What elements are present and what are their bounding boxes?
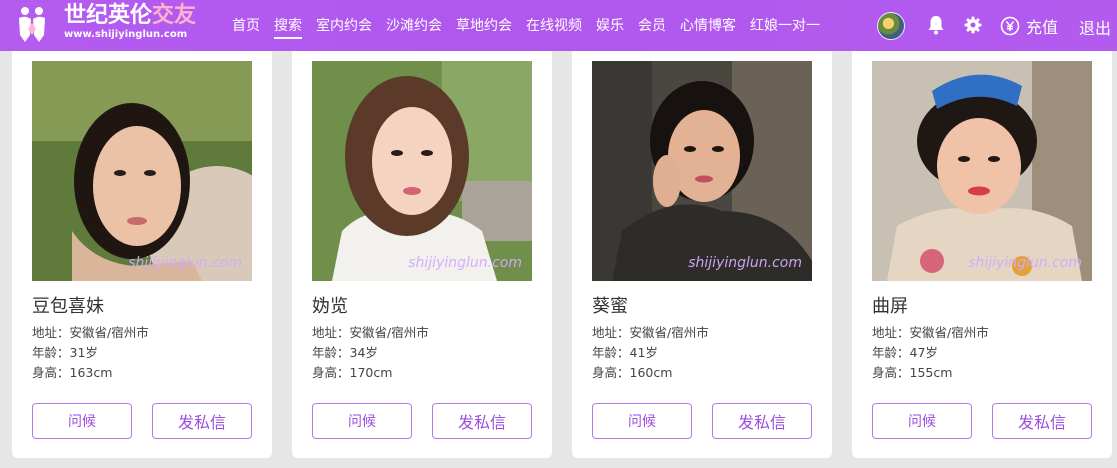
logout-link[interactable]: 退出 xyxy=(1079,15,1111,39)
profile-info: 地址：安徽省/宿州市 年龄：47岁 身高：155cm xyxy=(872,323,989,383)
yen-coin-icon xyxy=(1000,16,1020,36)
profile-photo[interactable]: shijiyinglun.com xyxy=(32,61,252,281)
bell-icon[interactable] xyxy=(925,14,947,36)
private-message-button[interactable]: 发私信 xyxy=(992,403,1092,439)
private-message-button[interactable]: 发私信 xyxy=(432,403,532,439)
logo-mark-icon[interactable] xyxy=(16,5,48,43)
nav-matchmaker[interactable]: 红娘一对一 xyxy=(750,16,820,36)
logo-url: www.shijiyinglun.com xyxy=(64,29,188,40)
greet-button[interactable]: 问候 xyxy=(312,403,412,439)
greet-button[interactable]: 问候 xyxy=(592,403,692,439)
photo-watermark: shijiyinglun.com xyxy=(968,255,1082,271)
profile-name[interactable]: 曲屏 xyxy=(872,292,908,318)
profile-height: 身高：160cm xyxy=(592,365,673,380)
profile-name[interactable]: 葵蜜 xyxy=(592,292,628,318)
profile-address: 地址：安徽省/宿州市 xyxy=(592,325,709,340)
gear-icon[interactable] xyxy=(962,14,984,36)
photo-watermark: shijiyinglun.com xyxy=(408,255,522,271)
private-message-button[interactable]: 发私信 xyxy=(712,403,812,439)
recharge-label: 充值 xyxy=(1026,18,1059,37)
profile-info: 地址：安徽省/宿州市 年龄：31岁 身高：163cm xyxy=(32,323,149,383)
greet-button[interactable]: 问候 xyxy=(32,403,132,439)
profile-age: 年龄：31岁 xyxy=(32,345,98,360)
profile-card: shijiyinglun.com 豆包喜妹 地址：安徽省/宿州市 年龄：31岁 … xyxy=(12,51,272,458)
profile-height: 身高：155cm xyxy=(872,365,953,380)
photo-watermark: shijiyinglun.com xyxy=(688,255,802,271)
nav-home[interactable]: 首页 xyxy=(232,16,260,36)
profile-height: 身高：170cm xyxy=(312,365,393,380)
logo-title: 世纪英伦交友 xyxy=(64,5,196,27)
logo-title-main: 世纪英伦 xyxy=(64,3,153,28)
profile-photo[interactable]: shijiyinglun.com xyxy=(872,61,1092,281)
nav-membership[interactable]: 会员 xyxy=(638,16,666,36)
site-logo[interactable]: 世纪英伦交友 www.shijiyinglun.com xyxy=(64,5,196,40)
user-avatar[interactable] xyxy=(877,12,905,40)
profile-height: 身高：163cm xyxy=(32,365,113,380)
photo-watermark: shijiyinglun.com xyxy=(128,255,242,271)
profile-address: 地址：安徽省/宿州市 xyxy=(32,325,149,340)
nav-entertainment[interactable]: 娱乐 xyxy=(596,16,624,36)
nav-online-video[interactable]: 在线视频 xyxy=(526,16,582,36)
profile-age: 年龄：47岁 xyxy=(872,345,938,360)
nav-beach-date[interactable]: 沙滩约会 xyxy=(386,16,442,36)
nav-indoor-date[interactable]: 室内约会 xyxy=(316,16,372,36)
profile-name[interactable]: 豆包喜妹 xyxy=(32,292,104,318)
profile-card: shijiyinglun.com 曲屏 地址：安徽省/宿州市 年龄：47岁 身高… xyxy=(852,51,1112,458)
profile-age: 年龄：34岁 xyxy=(312,345,378,360)
profile-address: 地址：安徽省/宿州市 xyxy=(872,325,989,340)
profile-photo[interactable]: shijiyinglun.com xyxy=(592,61,812,281)
profile-card: shijiyinglun.com 葵蜜 地址：安徽省/宿州市 年龄：41岁 身高… xyxy=(572,51,832,458)
profile-address: 地址：安徽省/宿州市 xyxy=(312,325,429,340)
recharge-button[interactable]: 充值 xyxy=(1000,14,1058,38)
profile-age: 年龄：41岁 xyxy=(592,345,658,360)
nav-mood-blog[interactable]: 心情博客 xyxy=(680,16,736,36)
profile-info: 地址：安徽省/宿州市 年龄：34岁 身高：170cm xyxy=(312,323,429,383)
greet-button[interactable]: 问候 xyxy=(872,403,972,439)
profile-card: shijiyinglun.com 妫览 地址：安徽省/宿州市 年龄：34岁 身高… xyxy=(292,51,552,458)
profile-name[interactable]: 妫览 xyxy=(312,292,348,318)
top-nav-bar: 世纪英伦交友 www.shijiyinglun.com 首页 搜索 室内约会 沙… xyxy=(0,0,1117,51)
private-message-button[interactable]: 发私信 xyxy=(152,403,252,439)
profile-info: 地址：安徽省/宿州市 年龄：41岁 身高：160cm xyxy=(592,323,709,383)
main-nav: 首页 搜索 室内约会 沙滩约会 草地约会 在线视频 娱乐 会员 心情博客 红娘一… xyxy=(232,0,834,51)
nav-grass-date[interactable]: 草地约会 xyxy=(456,16,512,36)
logo-title-accent: 交友 xyxy=(152,3,197,28)
nav-search[interactable]: 搜索 xyxy=(274,16,302,39)
profile-photo[interactable]: shijiyinglun.com xyxy=(312,61,532,281)
